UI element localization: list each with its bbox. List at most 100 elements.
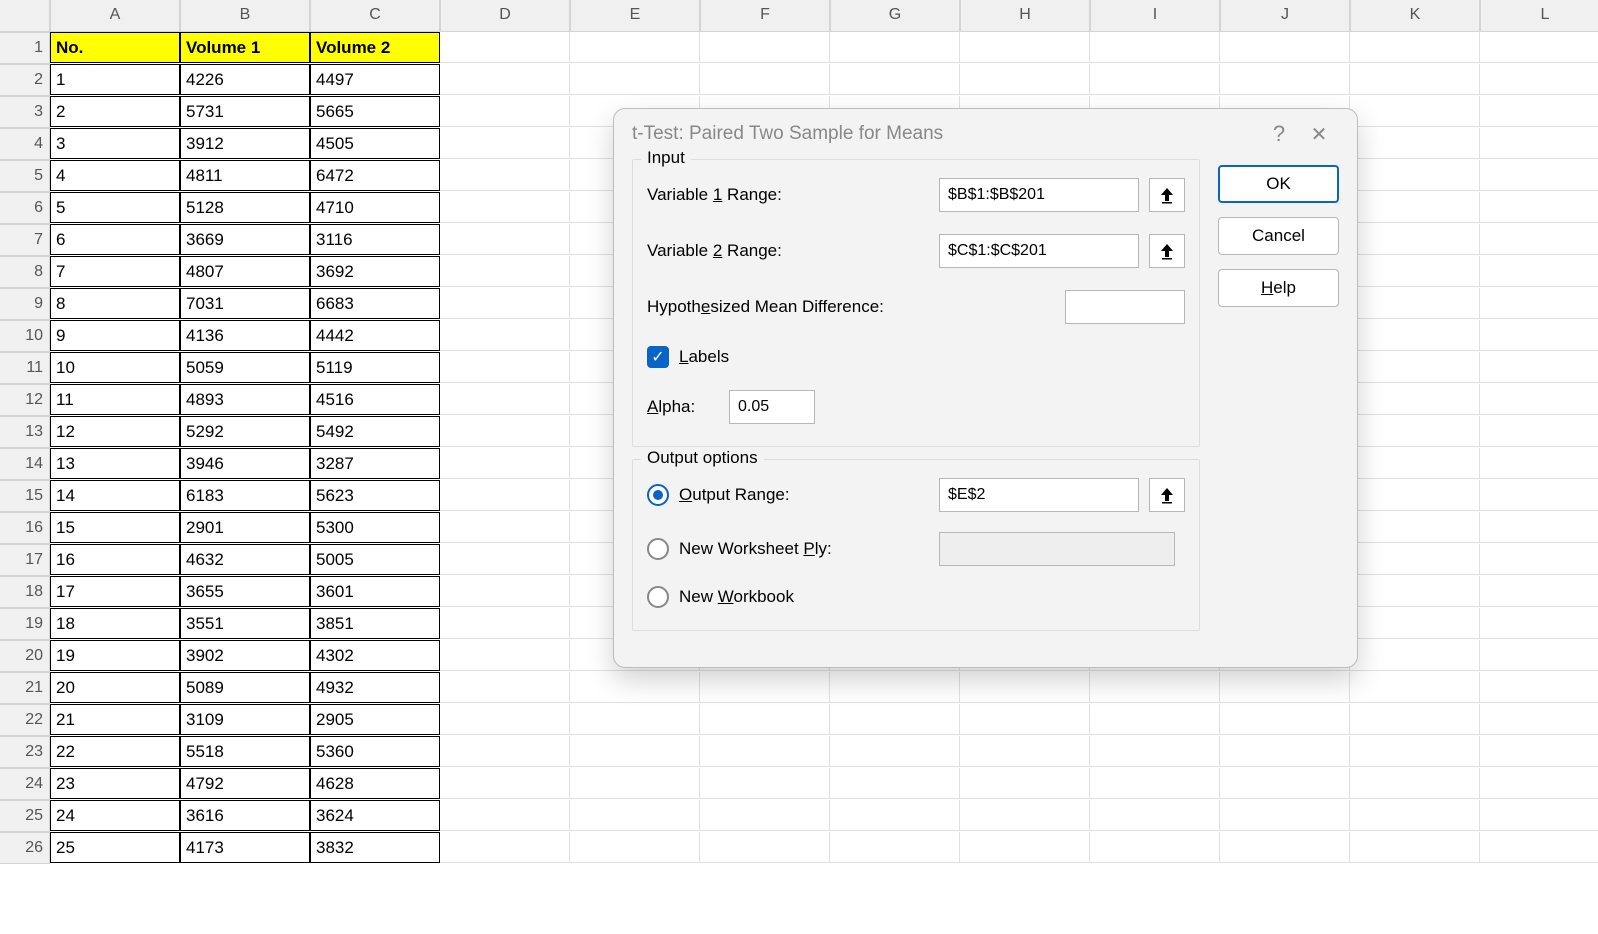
cell-C8[interactable]: 3692 bbox=[310, 256, 440, 287]
row-header-16[interactable]: 16 bbox=[0, 512, 50, 544]
cell-A11[interactable]: 10 bbox=[50, 352, 180, 383]
row-header-3[interactable]: 3 bbox=[0, 96, 50, 128]
cell-L5[interactable] bbox=[1480, 160, 1598, 191]
cell-F24[interactable] bbox=[700, 768, 830, 799]
cell-A20[interactable]: 19 bbox=[50, 640, 180, 671]
var2-range-picker[interactable] bbox=[1149, 234, 1185, 268]
cell-K17[interactable] bbox=[1350, 544, 1480, 575]
cell-B15[interactable]: 6183 bbox=[180, 480, 310, 511]
row-header-7[interactable]: 7 bbox=[0, 224, 50, 256]
cell-G26[interactable] bbox=[830, 832, 960, 863]
row-header-15[interactable]: 15 bbox=[0, 480, 50, 512]
row-header-24[interactable]: 24 bbox=[0, 768, 50, 800]
col-header-H[interactable]: H bbox=[960, 0, 1090, 32]
cell-K24[interactable] bbox=[1350, 768, 1480, 799]
col-header-C[interactable]: C bbox=[310, 0, 440, 32]
cell-L4[interactable] bbox=[1480, 128, 1598, 159]
cell-H21[interactable] bbox=[960, 672, 1090, 703]
cell-D3[interactable] bbox=[440, 96, 570, 127]
cell-A5[interactable]: 4 bbox=[50, 160, 180, 191]
cell-J25[interactable] bbox=[1220, 800, 1350, 831]
cell-C20[interactable]: 4302 bbox=[310, 640, 440, 671]
cell-C18[interactable]: 3601 bbox=[310, 576, 440, 607]
cell-J1[interactable] bbox=[1220, 32, 1350, 63]
cell-C5[interactable]: 6472 bbox=[310, 160, 440, 191]
cell-I24[interactable] bbox=[1090, 768, 1220, 799]
cell-F23[interactable] bbox=[700, 736, 830, 767]
cell-B5[interactable]: 4811 bbox=[180, 160, 310, 191]
row-header-8[interactable]: 8 bbox=[0, 256, 50, 288]
cell-L26[interactable] bbox=[1480, 832, 1598, 863]
cell-B8[interactable]: 4807 bbox=[180, 256, 310, 287]
cell-A16[interactable]: 15 bbox=[50, 512, 180, 543]
col-header-F[interactable]: F bbox=[700, 0, 830, 32]
row-header-14[interactable]: 14 bbox=[0, 448, 50, 480]
cell-C6[interactable]: 4710 bbox=[310, 192, 440, 223]
cell-I22[interactable] bbox=[1090, 704, 1220, 735]
row-header-13[interactable]: 13 bbox=[0, 416, 50, 448]
cell-H23[interactable] bbox=[960, 736, 1090, 767]
cell-C14[interactable]: 3287 bbox=[310, 448, 440, 479]
cell-L11[interactable] bbox=[1480, 352, 1598, 383]
row-header-6[interactable]: 6 bbox=[0, 192, 50, 224]
cell-K3[interactable] bbox=[1350, 96, 1480, 127]
row-header-19[interactable]: 19 bbox=[0, 608, 50, 640]
cell-K18[interactable] bbox=[1350, 576, 1480, 607]
output-range-input[interactable] bbox=[939, 478, 1139, 512]
cell-F25[interactable] bbox=[700, 800, 830, 831]
var1-input[interactable] bbox=[939, 178, 1139, 212]
cell-C25[interactable]: 3624 bbox=[310, 800, 440, 831]
cell-L19[interactable] bbox=[1480, 608, 1598, 639]
cell-J22[interactable] bbox=[1220, 704, 1350, 735]
cell-D14[interactable] bbox=[440, 448, 570, 479]
cell-B6[interactable]: 5128 bbox=[180, 192, 310, 223]
cell-A17[interactable]: 16 bbox=[50, 544, 180, 575]
row-header-25[interactable]: 25 bbox=[0, 800, 50, 832]
cell-A2[interactable]: 1 bbox=[50, 64, 180, 95]
cell-G25[interactable] bbox=[830, 800, 960, 831]
cell-B24[interactable]: 4792 bbox=[180, 768, 310, 799]
cell-K21[interactable] bbox=[1350, 672, 1480, 703]
row-header-12[interactable]: 12 bbox=[0, 384, 50, 416]
cell-A26[interactable]: 25 bbox=[50, 832, 180, 863]
cancel-button[interactable]: Cancel bbox=[1218, 217, 1339, 255]
new-worksheet-input[interactable] bbox=[939, 532, 1175, 566]
cell-L13[interactable] bbox=[1480, 416, 1598, 447]
cell-J24[interactable] bbox=[1220, 768, 1350, 799]
cell-B4[interactable]: 3912 bbox=[180, 128, 310, 159]
cell-L9[interactable] bbox=[1480, 288, 1598, 319]
cell-C15[interactable]: 5623 bbox=[310, 480, 440, 511]
cell-A4[interactable]: 3 bbox=[50, 128, 180, 159]
cell-D12[interactable] bbox=[440, 384, 570, 415]
cell-B11[interactable]: 5059 bbox=[180, 352, 310, 383]
cell-K2[interactable] bbox=[1350, 64, 1480, 95]
cell-K16[interactable] bbox=[1350, 512, 1480, 543]
cell-K4[interactable] bbox=[1350, 128, 1480, 159]
row-header-26[interactable]: 26 bbox=[0, 832, 50, 864]
cell-E23[interactable] bbox=[570, 736, 700, 767]
cell-G24[interactable] bbox=[830, 768, 960, 799]
row-header-1[interactable]: 1 bbox=[0, 32, 50, 64]
cell-C26[interactable]: 3832 bbox=[310, 832, 440, 863]
cell-B12[interactable]: 4893 bbox=[180, 384, 310, 415]
cell-B25[interactable]: 3616 bbox=[180, 800, 310, 831]
cell-B16[interactable]: 2901 bbox=[180, 512, 310, 543]
cell-C2[interactable]: 4497 bbox=[310, 64, 440, 95]
cell-K1[interactable] bbox=[1350, 32, 1480, 63]
output-range-radio[interactable] bbox=[647, 484, 669, 506]
cell-A24[interactable]: 23 bbox=[50, 768, 180, 799]
cell-I23[interactable] bbox=[1090, 736, 1220, 767]
cell-D2[interactable] bbox=[440, 64, 570, 95]
cell-D24[interactable] bbox=[440, 768, 570, 799]
cell-A7[interactable]: 6 bbox=[50, 224, 180, 255]
cell-L14[interactable] bbox=[1480, 448, 1598, 479]
cell-H24[interactable] bbox=[960, 768, 1090, 799]
cell-K14[interactable] bbox=[1350, 448, 1480, 479]
cell-L23[interactable] bbox=[1480, 736, 1598, 767]
cell-K6[interactable] bbox=[1350, 192, 1480, 223]
cell-B20[interactable]: 3902 bbox=[180, 640, 310, 671]
cell-F21[interactable] bbox=[700, 672, 830, 703]
cell-D13[interactable] bbox=[440, 416, 570, 447]
cell-I1[interactable] bbox=[1090, 32, 1220, 63]
cell-E24[interactable] bbox=[570, 768, 700, 799]
